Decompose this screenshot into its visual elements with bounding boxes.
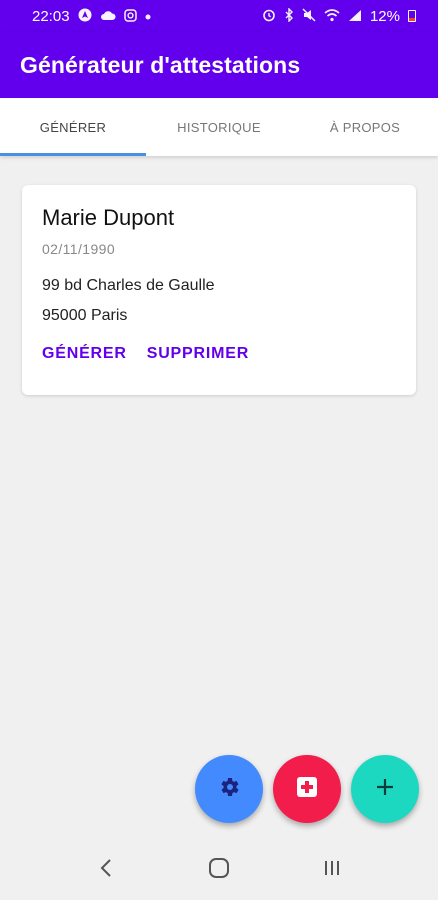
add-profile-fab[interactable] bbox=[351, 755, 419, 823]
system-nav-bar bbox=[0, 840, 438, 900]
profile-card: Marie Dupont 02/11/1990 99 bd Charles de… bbox=[22, 185, 416, 395]
home-icon bbox=[208, 857, 230, 884]
mute-icon bbox=[302, 8, 316, 24]
tab-historique[interactable]: HISTORIQUE bbox=[146, 98, 292, 156]
delete-button[interactable]: SUPPRIMER bbox=[147, 345, 249, 363]
navigation-icon bbox=[78, 8, 92, 24]
battery-icon bbox=[408, 10, 416, 22]
certificate-fab[interactable] bbox=[273, 755, 341, 823]
status-left: 22:03 bbox=[32, 8, 151, 25]
generate-button[interactable]: GÉNÉRER bbox=[42, 345, 127, 363]
card-actions: GÉNÉRER SUPPRIMER bbox=[42, 345, 396, 363]
home-button[interactable] bbox=[199, 850, 239, 890]
tab-a-propos[interactable]: À PROPOS bbox=[292, 98, 438, 156]
alarm-icon bbox=[262, 8, 276, 24]
status-bar: 22:03 12% bbox=[0, 0, 438, 32]
app-title: Générateur d'attestations bbox=[20, 51, 301, 78]
medical-cross-icon bbox=[295, 775, 319, 804]
plus-icon bbox=[374, 776, 396, 803]
profile-name: Marie Dupont bbox=[42, 205, 175, 230]
dot-icon bbox=[145, 10, 151, 22]
gear-icon bbox=[217, 775, 241, 804]
instagram-icon bbox=[123, 8, 137, 24]
recents-button[interactable] bbox=[312, 850, 352, 890]
back-button[interactable] bbox=[86, 850, 126, 890]
wifi-icon bbox=[324, 8, 340, 24]
tab-bar: GÉNÉRER HISTORIQUE À PROPOS bbox=[0, 98, 438, 156]
status-right: 12% bbox=[262, 7, 416, 25]
profile-address-line1: 99 bd Charles de Gaulle bbox=[42, 277, 215, 294]
status-time: 22:03 bbox=[32, 7, 70, 25]
signal-icon bbox=[348, 9, 362, 24]
settings-fab[interactable] bbox=[195, 755, 263, 823]
recents-icon bbox=[322, 858, 342, 883]
battery-percent: 12% bbox=[369, 7, 400, 25]
profile-address-line2: 95000 Paris bbox=[42, 307, 128, 324]
back-icon bbox=[99, 858, 113, 883]
tab-generer[interactable]: GÉNÉRER bbox=[0, 98, 146, 156]
profile-birth-date: 02/11/1990 bbox=[42, 241, 116, 257]
app-bar: Générateur d'attestations bbox=[0, 32, 438, 98]
bluetooth-icon bbox=[284, 7, 294, 24]
cloud-icon bbox=[100, 10, 116, 23]
